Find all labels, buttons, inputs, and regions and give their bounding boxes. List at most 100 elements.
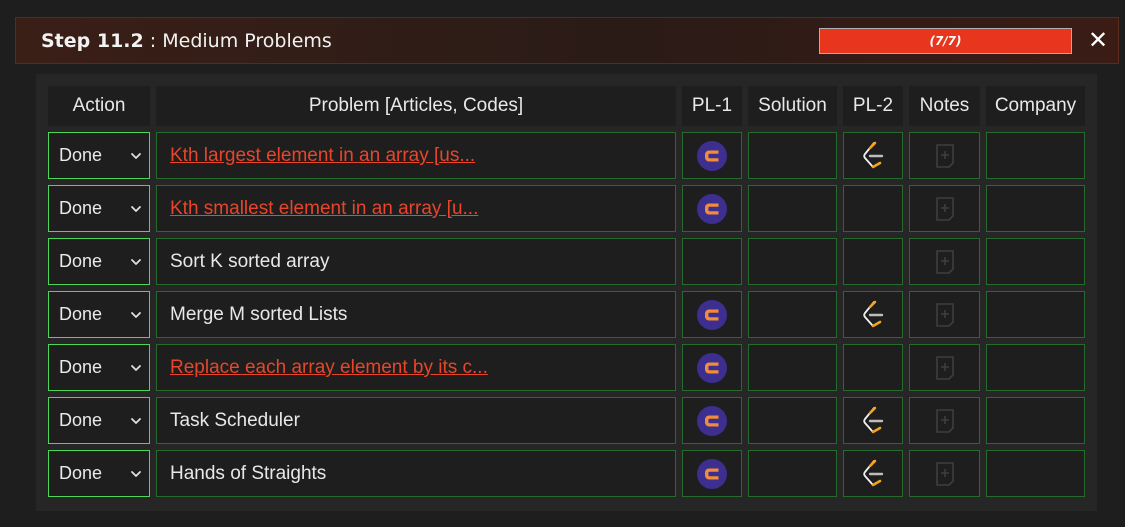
- chevron-down-icon: [129, 148, 143, 162]
- close-button[interactable]: ✕: [1086, 27, 1110, 53]
- column-header-action: Action: [48, 86, 150, 126]
- step-label: Step 11.2: [41, 30, 144, 52]
- pl1-cell: [682, 344, 742, 391]
- solution-cell: [748, 291, 837, 338]
- pl2-cell: [843, 238, 903, 285]
- status-select[interactable]: Done: [48, 132, 150, 179]
- company-cell: [986, 132, 1085, 179]
- status-value: Done: [59, 463, 103, 483]
- company-cell: [986, 397, 1085, 444]
- pl1-cell: [682, 397, 742, 444]
- leetcode-icon[interactable]: [860, 405, 886, 436]
- add-note-icon[interactable]: [934, 408, 956, 434]
- column-header-pl-1: PL-1: [682, 86, 742, 126]
- codingninjas-icon[interactable]: [697, 140, 727, 171]
- problem-cell: Kth smallest element in an array [u...: [156, 185, 676, 232]
- chevron-down-icon: [129, 413, 143, 427]
- status-value: Done: [59, 304, 103, 324]
- step-title: Step 11.2 : Medium Problems: [41, 30, 332, 52]
- company-cell: [986, 450, 1085, 497]
- chevron-down-icon: [129, 360, 143, 374]
- problem-title: Task Scheduler: [170, 410, 300, 431]
- codingninjas-icon[interactable]: [697, 458, 727, 489]
- pl1-cell: [682, 291, 742, 338]
- solution-cell: [748, 450, 837, 497]
- problem-title: Merge M sorted Lists: [170, 304, 348, 325]
- progress-bar: (7/7): [819, 28, 1072, 54]
- solution-cell: [748, 397, 837, 444]
- problem-cell: Task Scheduler: [156, 397, 676, 444]
- status-value: Done: [59, 410, 103, 430]
- notes-cell: [909, 344, 980, 391]
- problem-cell: Sort K sorted array: [156, 238, 676, 285]
- codingninjas-icon[interactable]: [697, 193, 727, 224]
- title-separator: :: [143, 30, 163, 52]
- chevron-down-icon: [129, 254, 143, 268]
- add-note-icon[interactable]: [934, 355, 956, 381]
- status-value: Done: [59, 251, 103, 271]
- column-header-problem-articles-codes: Problem [Articles, Codes]: [156, 86, 676, 126]
- chevron-down-icon: [129, 466, 143, 480]
- problem-title: Sort K sorted array: [170, 251, 330, 272]
- pl2-cell: [843, 397, 903, 444]
- column-header-pl-2: PL-2: [843, 86, 903, 126]
- status-select[interactable]: Done: [48, 397, 150, 444]
- notes-cell: [909, 185, 980, 232]
- pl1-cell: [682, 185, 742, 232]
- problem-title: Hands of Straights: [170, 463, 327, 484]
- company-cell: [986, 185, 1085, 232]
- notes-cell: [909, 132, 980, 179]
- pl2-cell: [843, 291, 903, 338]
- pl2-cell: [843, 132, 903, 179]
- add-note-icon[interactable]: [934, 196, 956, 222]
- pl2-cell: [843, 450, 903, 497]
- pl1-cell: [682, 132, 742, 179]
- notes-cell: [909, 238, 980, 285]
- notes-cell: [909, 291, 980, 338]
- status-select[interactable]: Done: [48, 185, 150, 232]
- problem-cell: Replace each array element by its c...: [156, 344, 676, 391]
- pl2-cell: [843, 185, 903, 232]
- codingninjas-icon[interactable]: [697, 405, 727, 436]
- problem-cell: Kth largest element in an array [us...: [156, 132, 676, 179]
- status-select[interactable]: Done: [48, 450, 150, 497]
- notes-cell: [909, 450, 980, 497]
- step-header[interactable]: Step 11.2 : Medium Problems (7/7) ✕: [15, 17, 1119, 64]
- problem-cell: Merge M sorted Lists: [156, 291, 676, 338]
- status-value: Done: [59, 145, 103, 165]
- step-name: Medium Problems: [162, 30, 332, 52]
- column-header-notes: Notes: [909, 86, 980, 126]
- status-select[interactable]: Done: [48, 344, 150, 391]
- codingninjas-icon[interactable]: [697, 299, 727, 330]
- status-select[interactable]: Done: [48, 291, 150, 338]
- pl2-cell: [843, 344, 903, 391]
- codingninjas-icon[interactable]: [697, 352, 727, 383]
- problem-link[interactable]: Kth largest element in an array [us...: [170, 145, 475, 167]
- add-note-icon[interactable]: [934, 143, 956, 169]
- status-value: Done: [59, 357, 103, 377]
- solution-cell: [748, 238, 837, 285]
- add-note-icon[interactable]: [934, 302, 956, 328]
- notes-cell: [909, 397, 980, 444]
- company-cell: [986, 291, 1085, 338]
- column-header-company: Company: [986, 86, 1085, 126]
- progress-text: (7/7): [929, 34, 962, 48]
- solution-cell: [748, 132, 837, 179]
- problem-link[interactable]: Kth smallest element in an array [u...: [170, 198, 478, 220]
- chevron-down-icon: [129, 201, 143, 215]
- solution-cell: [748, 185, 837, 232]
- chevron-down-icon: [129, 307, 143, 321]
- add-note-icon[interactable]: [934, 249, 956, 275]
- company-cell: [986, 238, 1085, 285]
- leetcode-icon[interactable]: [860, 140, 886, 171]
- leetcode-icon[interactable]: [860, 299, 886, 330]
- solution-cell: [748, 344, 837, 391]
- problem-link[interactable]: Replace each array element by its c...: [170, 357, 488, 379]
- pl1-cell: [682, 450, 742, 497]
- pl1-cell: [682, 238, 742, 285]
- status-select[interactable]: Done: [48, 238, 150, 285]
- status-value: Done: [59, 198, 103, 218]
- add-note-icon[interactable]: [934, 461, 956, 487]
- company-cell: [986, 344, 1085, 391]
- leetcode-icon[interactable]: [860, 458, 886, 489]
